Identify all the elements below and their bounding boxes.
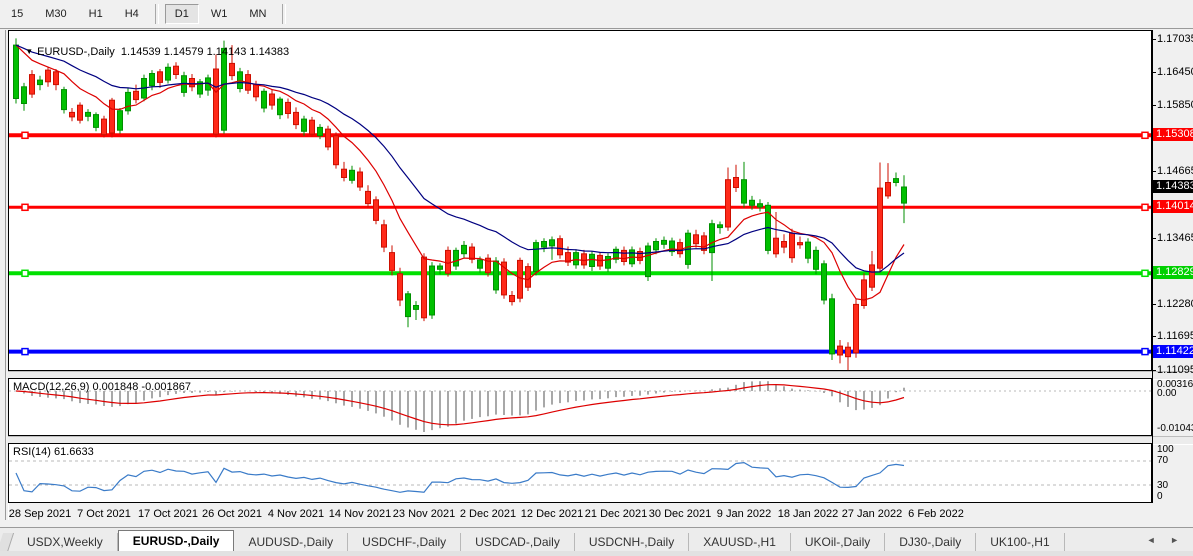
mt4-chart-window: 15M30H1H4 D1W1MN ▼ EURUSD-,Daily 1.14539 1… [0, 0, 1193, 556]
timeframe-button-h1[interactable]: H1 [79, 4, 113, 24]
ohlc-open: 1.14539 [121, 46, 161, 58]
rsi-axis-label: 100 [1157, 444, 1174, 455]
axis-tick-mark [1153, 304, 1156, 305]
timeframe-button-15[interactable]: 15 [1, 4, 33, 24]
axis-tick-mark [1153, 171, 1156, 172]
axis-tick-mark [1153, 72, 1156, 73]
axis-tick-mark [1153, 238, 1156, 239]
date-label: 18 Jan 2022 [778, 508, 839, 520]
line-handle[interactable] [1142, 270, 1148, 276]
tab-scroll-arrows[interactable]: ◄ ► [1147, 535, 1185, 545]
price-tick-label: 1.11095 [1157, 364, 1193, 376]
line-handle[interactable] [1142, 349, 1148, 355]
price-tick-label: 1.16450 [1157, 66, 1193, 78]
chart-tab-bar: USDX,WeeklyEURUSD-,DailyAUDUSD-,DailyUSD… [0, 527, 1193, 552]
rsi-pane-border [9, 444, 1152, 503]
chart-tab-ukoil-[interactable]: UKOil-,Daily [791, 533, 885, 552]
toolbar-separator [282, 4, 286, 24]
macd-label: MACD(12,26,9) 0.001848 -0.001867 [13, 381, 191, 393]
macd-axis-label: -0.01043 [1157, 423, 1193, 434]
line-handle[interactable] [22, 132, 28, 138]
line-price-label: 1.15308 [1153, 128, 1193, 141]
ohlc-low: 1.14143 [207, 46, 247, 58]
timeframe-button-h4[interactable]: H4 [115, 4, 149, 24]
timeframe-button-m30[interactable]: M30 [35, 4, 76, 24]
line-price-label: 1.14014 [1153, 200, 1193, 213]
date-label: 26 Oct 2021 [202, 508, 262, 520]
price-tick-label: 1.15850 [1157, 99, 1193, 111]
date-label: 27 Jan 2022 [842, 508, 903, 520]
axis-tick-mark [1153, 39, 1156, 40]
price-tick-label: 1.14665 [1157, 165, 1193, 177]
rsi-axis-label: 0 [1157, 491, 1163, 502]
chart-tab-audusd-[interactable]: AUDUSD-,Daily [234, 533, 348, 552]
date-label: 2 Dec 2021 [460, 508, 516, 520]
date-axis: 28 Sep 2021 7 Oct 2021 17 Oct 2021 26 Oct 2… [0, 504, 1193, 524]
axis-tick-mark [1153, 105, 1156, 106]
axis-tick-mark [1153, 370, 1156, 371]
price-pane-border [9, 31, 1152, 371]
symbol-label: EURUSD-,Daily [37, 46, 115, 58]
axis-tick-mark [1153, 336, 1156, 337]
ohlc-high: 1.14579 [164, 46, 204, 58]
current-price-label: 1.14383 [1153, 180, 1193, 193]
rsi-label: RSI(14) 61.6633 [13, 446, 94, 458]
ohlc-close: 1.14383 [249, 46, 289, 58]
timeframe-toolbar: 15M30H1H4 D1W1MN [0, 0, 1193, 29]
price-tick-label: 1.12280 [1157, 298, 1193, 310]
price-tick-label: 1.17035 [1157, 33, 1193, 45]
line-price-label: 1.11422 [1153, 345, 1193, 358]
date-label: 9 Jan 2022 [717, 508, 771, 520]
chart-tab-xauusd-[interactable]: XAUUSD-,H1 [689, 533, 791, 552]
date-label: 12 Dec 2021 [521, 508, 583, 520]
date-label: 21 Dec 2021 [585, 508, 647, 520]
line-handle[interactable] [22, 204, 28, 210]
macd-axis-label: 0.00 [1157, 388, 1176, 399]
timeframe-button-mn[interactable]: MN [239, 4, 276, 24]
line-handle[interactable] [22, 270, 28, 276]
candlestick-chart [8, 30, 1152, 371]
rsi-pane[interactable] [8, 443, 1152, 503]
date-label: 14 Nov 2021 [329, 508, 391, 520]
date-label: 7 Oct 2021 [77, 508, 131, 520]
price-tick-label: 1.11695 [1157, 330, 1193, 342]
bottom-strip [0, 551, 1193, 556]
chart-tab-eurusd-[interactable]: EURUSD-,Daily [118, 530, 235, 552]
date-label: 28 Sep 2021 [9, 508, 71, 520]
date-label: 17 Oct 2021 [138, 508, 198, 520]
chart-tab-usdcnh-[interactable]: USDCNH-,Daily [575, 533, 689, 552]
symbol-dropdown-icon[interactable]: ▼ [25, 47, 33, 56]
rsi-indicator-chart [8, 443, 1152, 503]
date-label: 4 Nov 2021 [268, 508, 324, 520]
chart-tab-dj30-[interactable]: DJ30-,Daily [885, 533, 976, 552]
price-tick-label: 1.13465 [1157, 232, 1193, 244]
timeframe-button-d1[interactable]: D1 [165, 4, 199, 24]
tab-stub [0, 533, 14, 552]
chart-tab-usdx[interactable]: USDX,Weekly [13, 533, 118, 552]
price-pane[interactable] [8, 30, 1152, 371]
timeframe-button-w1[interactable]: W1 [201, 4, 238, 24]
line-price-label: 1.12829 [1153, 266, 1193, 279]
toolbar-separator [155, 4, 159, 24]
chart-tab-uk100-[interactable]: UK100-,H1 [976, 533, 1064, 552]
rsi-axis-label: 30 [1157, 480, 1168, 491]
chart-title[interactable]: ▼ EURUSD-,Daily 1.14539 1.14579 1.14143 1… [13, 34, 289, 70]
chart-tab-usdchf-[interactable]: USDCHF-,Daily [348, 533, 461, 552]
date-label: 6 Feb 2022 [908, 508, 964, 520]
chart-tab-usdcad-[interactable]: USDCAD-,Daily [461, 533, 575, 552]
date-label: 23 Nov 2021 [393, 508, 455, 520]
date-label: 30 Dec 2021 [649, 508, 711, 520]
rsi-axis-label: 70 [1157, 455, 1168, 466]
line-handle[interactable] [1142, 204, 1148, 210]
line-handle[interactable] [1142, 132, 1148, 138]
line-handle[interactable] [22, 349, 28, 355]
